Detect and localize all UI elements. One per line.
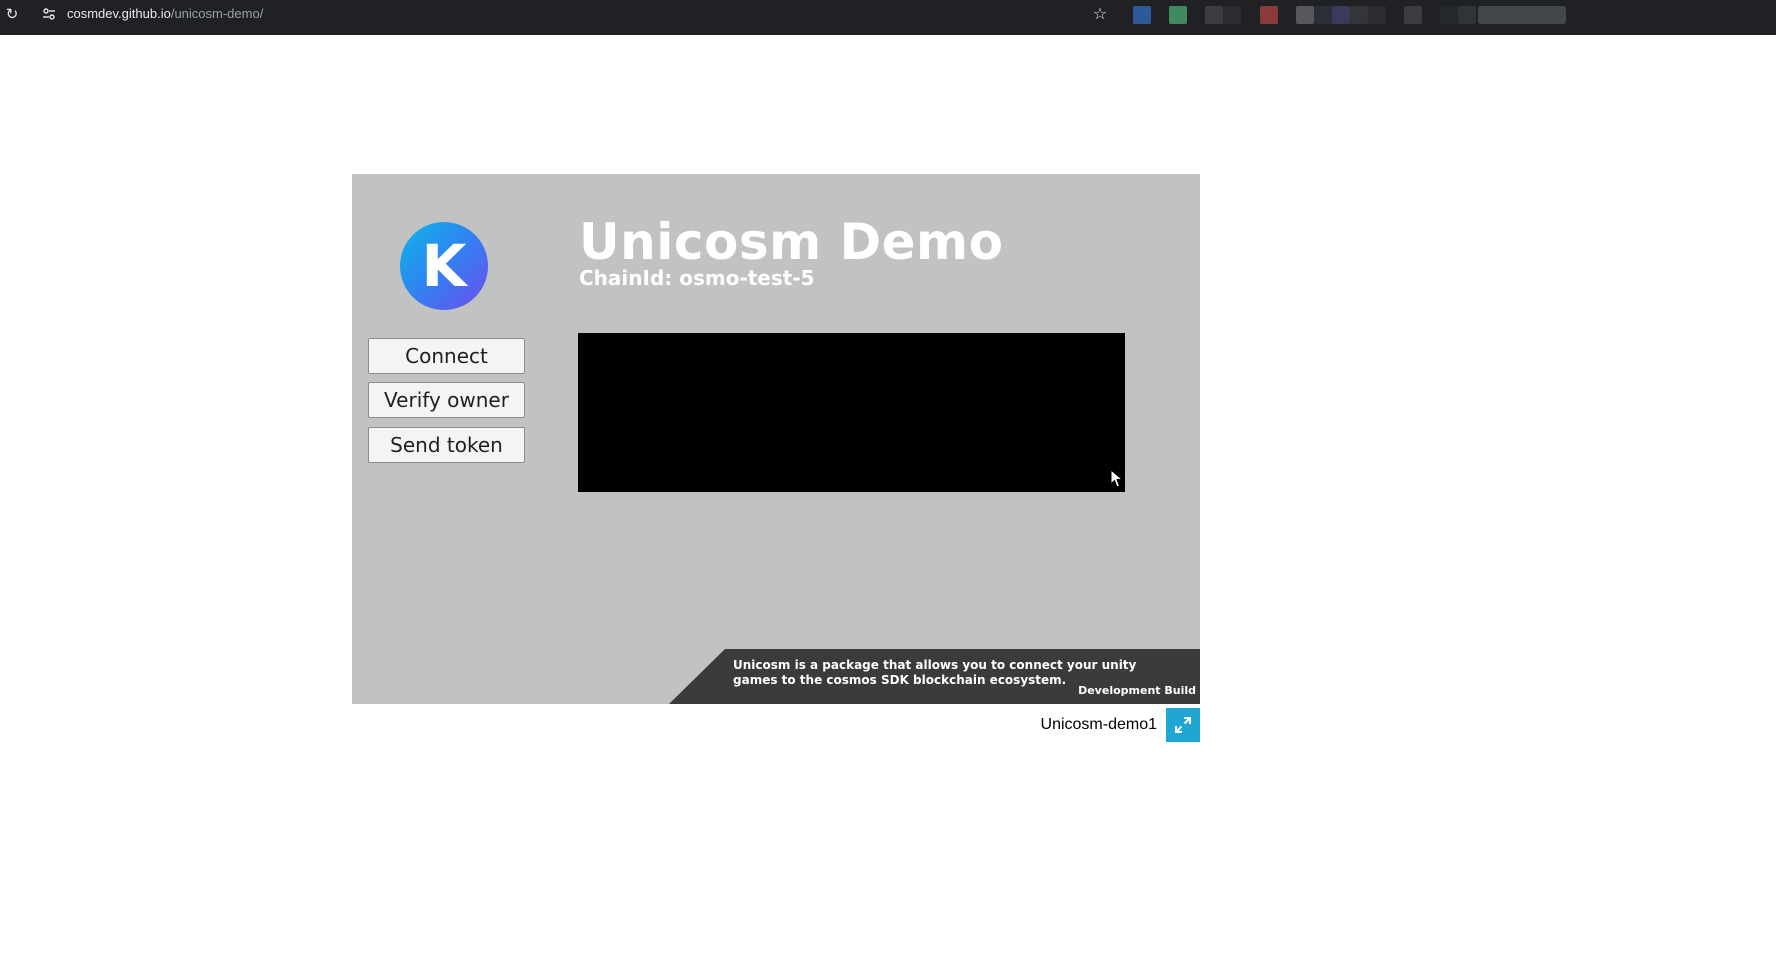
game-title: Unicosm Demo xyxy=(579,213,1004,271)
extension-icon[interactable] xyxy=(1133,6,1151,24)
build-title: Unicosm-demo1 xyxy=(1040,716,1157,733)
keplr-logo: K xyxy=(400,222,488,310)
extension-icon[interactable] xyxy=(1314,6,1332,24)
address-bar[interactable]: cosmdev.github.io/unicosm-demo/ xyxy=(67,6,263,22)
extension-icon[interactable] xyxy=(1205,6,1223,24)
mouse-cursor-icon xyxy=(1110,469,1124,488)
extension-icon[interactable] xyxy=(1350,6,1368,24)
reload-icon[interactable]: ↻ xyxy=(4,6,20,22)
extension-icon[interactable] xyxy=(1404,6,1422,24)
tune-icon[interactable] xyxy=(42,7,56,21)
extension-icon[interactable] xyxy=(1169,6,1187,24)
unity-canvas[interactable]: K Connect Verify owner Send token Unicos… xyxy=(352,174,1200,704)
star-icon[interactable]: ☆ xyxy=(1091,5,1109,23)
extension-icon[interactable] xyxy=(1260,6,1278,24)
extension-icon[interactable] xyxy=(1296,6,1314,24)
extension-icon[interactable] xyxy=(1368,6,1386,24)
development-build-label: Development Build xyxy=(1078,684,1196,697)
fullscreen-button[interactable] xyxy=(1166,708,1200,742)
verify-owner-button[interactable]: Verify owner xyxy=(368,382,525,418)
send-token-button[interactable]: Send token xyxy=(368,427,525,463)
url-host: cosmdev.github.io xyxy=(67,6,171,21)
extension-icon[interactable] xyxy=(1440,6,1458,24)
extension-icon[interactable] xyxy=(1332,6,1350,24)
expand-icon xyxy=(1175,717,1191,733)
url-path: /unicosm-demo/ xyxy=(170,6,264,21)
logo-letter: K xyxy=(421,232,467,300)
connect-button[interactable]: Connect xyxy=(368,338,525,374)
extension-icon[interactable] xyxy=(1458,6,1476,24)
extension-icon[interactable] xyxy=(1223,6,1241,24)
browser-toolbar: ↻ cosmdev.github.io/unicosm-demo/ ☆ xyxy=(0,0,1776,35)
chain-id-label: ChainId: osmo-test-5 xyxy=(579,266,815,290)
output-panel xyxy=(578,333,1125,492)
profile-button[interactable] xyxy=(1478,6,1566,24)
